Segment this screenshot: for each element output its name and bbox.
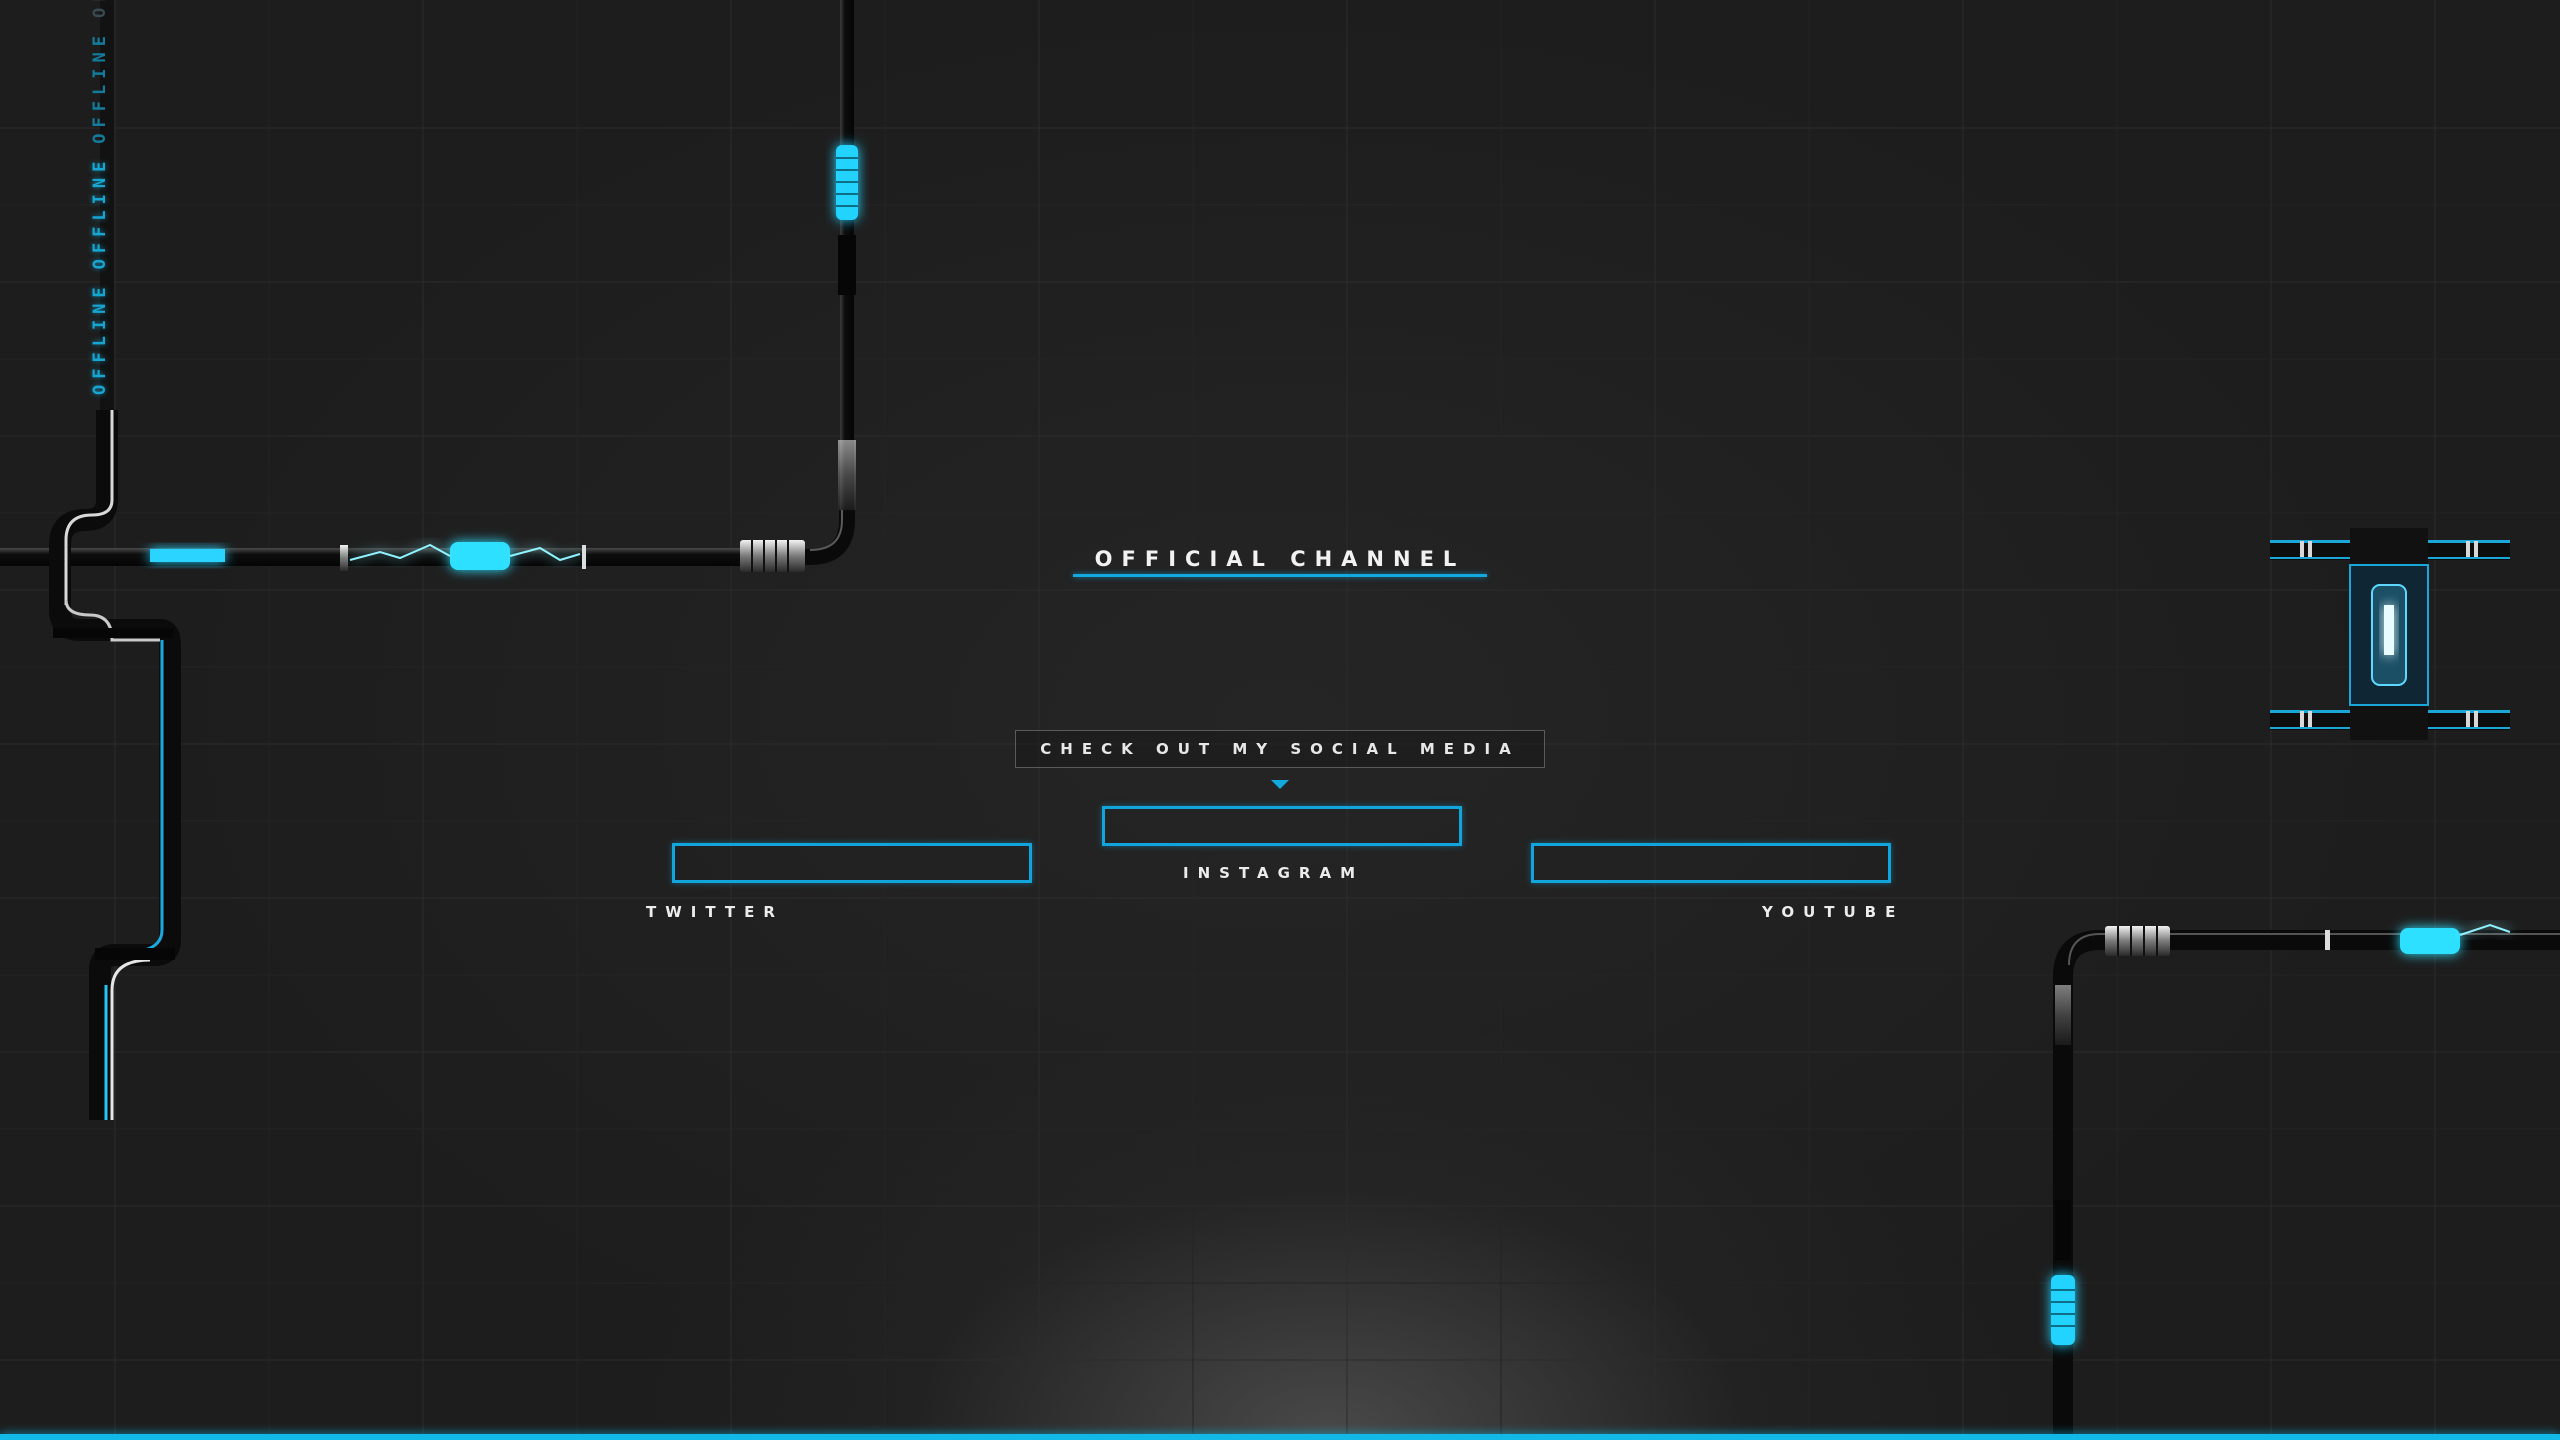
twitter-label: TWITTER [646,903,784,921]
youtube-link-box[interactable] [1531,843,1891,883]
offline-word: OFFLINE [90,30,110,144]
offline-screen: OFFLINE OFFLINE OFFLINE OFFLINE OFFICIAL CH… [0,0,2560,1440]
youtube-label: YOUTUBE [1762,903,1905,921]
instagram-label: INSTAGRAM [1183,864,1365,882]
twitter-link-box[interactable] [672,843,1032,883]
offline-vertical-text: OFFLINE OFFLINE OFFLINE OFFLINE [90,0,110,395]
offline-word: OFFLINE [90,155,110,270]
top-pipe-vertical [836,0,858,520]
title-underline [1073,574,1487,577]
right-connector-module [2270,528,2510,740]
left-pipe-horizontal [0,540,805,572]
bottom-accent-bar [0,1434,2560,1440]
instagram-link-box[interactable] [1102,806,1462,846]
bottom-right-pipe [2051,923,2560,1440]
channel-title: OFFICIAL CHANNEL [1094,547,1466,571]
pipe-decoration [0,0,2560,1440]
social-media-header: CHECK OUT MY SOCIAL MEDIA [1015,730,1545,768]
offline-word: OFFLINE [90,0,110,18]
caret-down-icon [1271,780,1289,789]
offline-word: OFFLINE [90,281,110,395]
